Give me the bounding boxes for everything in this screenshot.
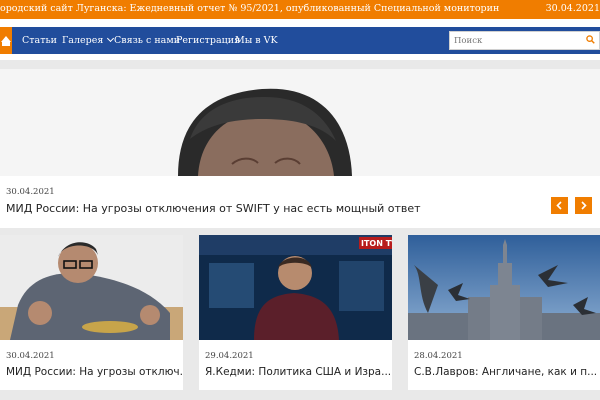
card-image[interactable]: ITON TV [199,235,392,340]
hero-slider[interactable] [0,69,600,176]
main-nav: Статьи Галерея Связь с нами Регистрация … [0,27,600,54]
search-icon[interactable] [586,35,595,44]
ticker-text[interactable]: ородский сайт Луганска: Ежедневный отчет… [0,3,499,14]
hero-date: 30.04.2021 [6,187,55,197]
chevron-left-icon [556,201,562,210]
nav-item-articles[interactable]: Статьи [22,27,57,54]
card-image[interactable] [0,235,183,340]
ticker-date: 30.04.2021 [545,3,600,14]
hero-caption: 30.04.2021 МИД России: На угрозы отключе… [0,176,600,228]
search-input[interactable] [450,32,585,49]
hero-title[interactable]: МИД России: На угрозы отключения от SWIF… [6,202,421,215]
card-title[interactable]: Я.Кедми: Политика США и Изра... [205,366,391,378]
nav-item-gallery[interactable]: Галерея [62,27,115,54]
news-card[interactable]: 28.04.2021 С.В.Лавров: Англичане, как и … [408,235,600,390]
nav-item-register[interactable]: Регистрация [176,27,240,54]
nav-item-vk[interactable]: Мы в VK [235,27,278,54]
card-date: 30.04.2021 [6,351,55,361]
news-ticker: ородский сайт Луганска: Ежедневный отчет… [0,0,600,19]
card-image[interactable] [408,235,600,340]
search-box [449,31,600,50]
slider-next-button[interactable] [575,197,592,214]
card-date: 29.04.2021 [205,351,254,361]
nav-item-contact[interactable]: Связь с нами [114,27,180,54]
slider-prev-button[interactable] [551,197,568,214]
news-card[interactable]: 30.04.2021 МИД России: На угрозы отключ.… [0,235,183,390]
home-icon-body [2,41,10,46]
card-title[interactable]: С.В.Лавров: Англичане, как и п... [414,366,597,378]
header-spacer [0,19,600,27]
hero-image[interactable] [0,69,600,176]
card-date: 28.04.2021 [414,351,463,361]
nav-item-gallery-label: Галерея [62,35,104,46]
card-title[interactable]: МИД России: На угрозы отключ... [6,366,183,378]
chevron-right-icon [581,201,587,210]
content-spacer [0,60,600,69]
home-button[interactable] [0,27,12,54]
card2-tv-logo: ITON TV [361,239,392,248]
news-card[interactable]: ITON TV 29.04.2021 Я.Кедми: Политика США… [199,235,392,390]
